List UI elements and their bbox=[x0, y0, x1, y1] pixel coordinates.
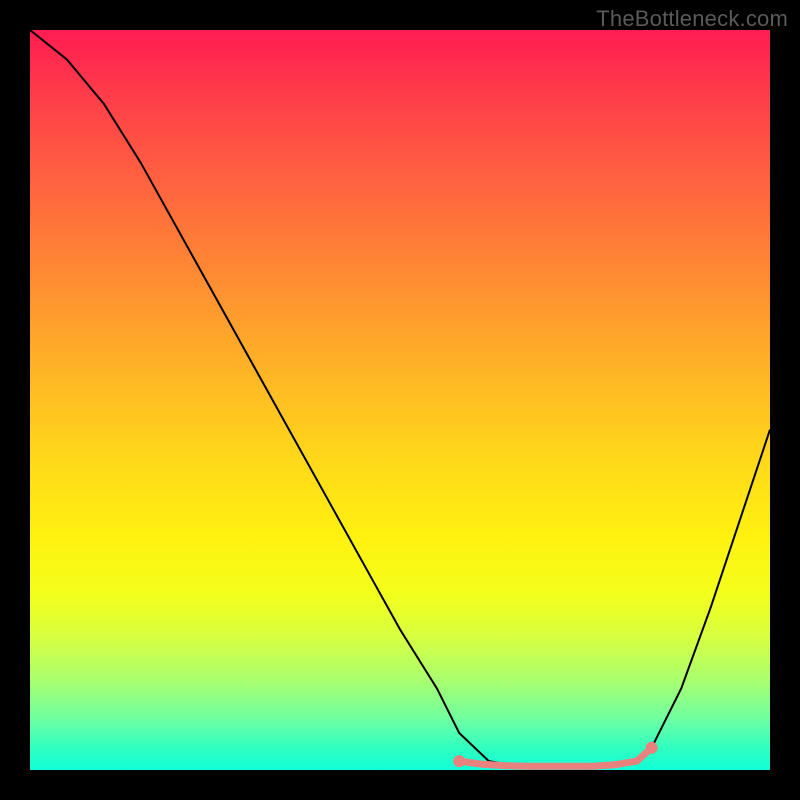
bottleneck-curve bbox=[30, 30, 770, 766]
marker-dot bbox=[453, 755, 465, 767]
flat-region-segment bbox=[459, 748, 651, 767]
plot-area bbox=[30, 30, 770, 770]
flat-region-markers bbox=[453, 742, 657, 767]
watermark-text: TheBottleneck.com bbox=[596, 6, 788, 32]
marker-dot bbox=[646, 742, 658, 754]
chart-svg bbox=[30, 30, 770, 770]
chart-frame: TheBottleneck.com bbox=[0, 0, 800, 800]
